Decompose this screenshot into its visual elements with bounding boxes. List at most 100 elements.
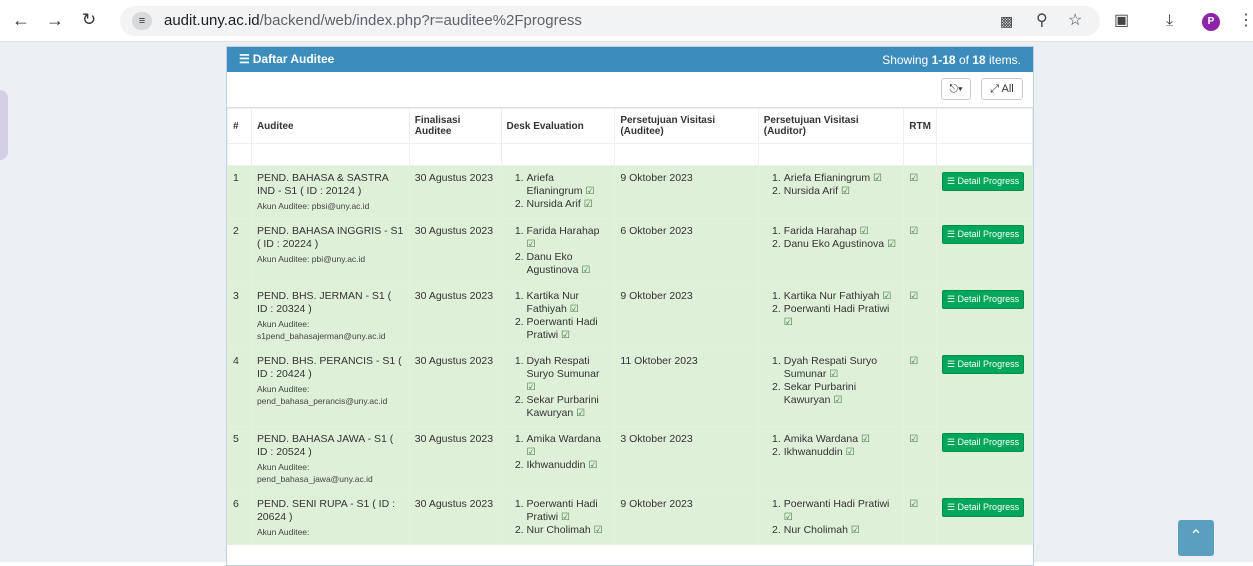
check-icon: ☑ [593,525,603,536]
desk-evaluation-cell-list: Farida Harahap ☑Danu Eko Agustinova ☑ [507,225,610,277]
finalisasi-date: 30 Agustus 2023 [408,491,502,545]
visit-auditee-date: 6 Oktober 2023 [614,218,759,284]
expand-icon: ⤢ [990,83,1000,95]
auditee-account: Akun Auditee: [257,526,404,538]
check-icon: ☑ [526,447,536,458]
column-header[interactable]: Persetujuan Visitasi (Auditor) [757,108,905,144]
address-bar[interactable]: ≡ audit.uny.ac.id/backend/web/index.php?… [120,6,1100,36]
detail-progress-button[interactable]: ☰ Detail Progress [941,225,1025,244]
detail-progress-button[interactable]: ☰ Detail Progress [941,290,1025,309]
column-header[interactable]: Persetujuan Visitasi (Auditee) [614,108,759,144]
check-icon: ☑ [560,512,570,523]
visit-auditor-cell-list: Amika Wardana ☑Ikhwanuddin ☑ [764,433,899,459]
check-icon: ☑ [909,434,919,445]
column-header[interactable]: RTM [903,108,937,144]
auditor-name: Poerwanti Hadi Pratiwi [783,303,890,315]
check-icon: ☑ [850,525,860,536]
visit-auditee-date: 9 Oktober 2023 [614,283,759,349]
detail-progress-label: Detail Progress [957,437,1020,447]
reload-icon[interactable]: ↻ [78,10,100,30]
auditor-item: Amika Wardana ☑ [527,433,610,459]
site-settings-icon[interactable]: ≡ [132,12,152,30]
auditee-cell: PEND. BHS. PERANCIS - S1 ( ID : 20424 ) A… [250,348,410,427]
detail-progress-button[interactable]: ☰ Detail Progress [941,355,1025,374]
scroll-to-top-button[interactable]: ⌃ [1178,520,1214,556]
profile-avatar[interactable]: P [1202,13,1220,31]
action-cell: ☰ Detail Progress [935,283,1033,349]
table-row: 2 PEND. BAHASA INGGRIS - S1 ( ID : 20224 … [227,218,1033,284]
translate-icon[interactable]: ▩ [1000,11,1013,31]
column-header[interactable]: Desk Evaluation [500,108,616,144]
auditor-item: Kartika Nur Fathiyah ☑ [527,290,610,316]
visit-auditor-cell-list: Kartika Nur Fathiyah ☑Poerwanti Hadi Pra… [764,290,899,329]
export-button[interactable]: ⎋▾ [941,78,971,100]
auditor-item: Poerwanti Hadi Pratiwi ☑ [527,498,610,524]
auditor-item: Farida Harahap ☑ [784,225,899,238]
auditee-account: Akun Auditee: pbsi@uny.ac.id [257,200,404,212]
check-icon: ☑ [560,330,570,341]
auditor-item: Farida Harahap ☑ [527,225,610,251]
auditee-name: PEND. BHS. PERANCIS - S1 ( ID : 20424 ) [256,355,402,380]
url-text[interactable]: audit.uny.ac.id/backend/web/index.php?r=… [164,12,582,29]
auditee-cell: PEND. BAHASA & SASTRA IND - S1 ( ID : 20… [250,165,410,219]
detail-progress-button[interactable]: ☰ Detail Progress [941,498,1025,517]
menu-kebab-icon[interactable]: ⋮ [1238,11,1253,31]
detail-progress-label: Detail Progress [957,502,1020,512]
account-prefix: Akun Auditee: [256,527,310,537]
row-number: 1 [227,165,252,219]
auditee-cell: PEND. SENI RUPA - S1 ( ID : 20624 ) Akun … [250,491,410,545]
download-icon[interactable]: ⤓ [1166,11,1173,31]
check-icon: ☑ [859,226,869,237]
column-header[interactable]: Auditee [250,108,410,144]
bookmark-star-icon[interactable]: ☆ [1068,11,1082,31]
filter-cell[interactable] [903,143,937,166]
auditor-name: Ariefa Efianingrum [526,172,583,197]
detail-progress-label: Detail Progress [957,176,1020,186]
filter-cell[interactable] [614,143,759,166]
panel-title: ☰ Daftar Auditee [239,52,334,66]
filter-cell[interactable] [408,143,502,166]
detail-progress-button[interactable]: ☰ Detail Progress [941,433,1025,452]
action-cell: ☰ Detail Progress [935,165,1033,219]
row-number: 2 [227,218,252,284]
finalisasi-date: 30 Agustus 2023 [408,218,502,284]
rtm-cell: ☑ [903,218,937,284]
auditor-item: Nur Cholimah ☑ [527,524,610,537]
auditor-name: Amika Wardana [526,433,601,445]
visit-auditor-cell: Kartika Nur Fathiyah ☑Poerwanti Hadi Pra… [757,283,905,349]
desk-evaluation-cell-list: Poerwanti Hadi Pratiwi ☑Nur Cholimah ☑ [507,498,610,537]
desk-evaluation-cell-list: Kartika Nur Fathiyah ☑Poerwanti Hadi Pra… [507,290,610,342]
back-arrow-icon[interactable]: ← [10,10,32,30]
zoom-icon[interactable]: ⚲ [1036,11,1048,31]
show-all-button[interactable]: ⤢ All [981,78,1023,100]
action-cell: ☰ Detail Progress [935,218,1033,284]
desk-evaluation-cell: Dyah Respati Suryo Sumunar ☑Sekar Purbar… [500,348,616,427]
list-icon: ☰ [946,502,958,512]
auditee-cell: PEND. BHS. JERMAN - S1 ( ID : 20324 ) Aku… [250,283,410,349]
check-icon: ☑ [783,317,793,328]
check-icon: ☑ [581,265,591,276]
auditee-account: Akun Auditee: s1pend_bahasajerman@uny.ac… [257,318,404,342]
desk-evaluation-cell: Kartika Nur Fathiyah ☑Poerwanti Hadi Pra… [500,283,616,349]
detail-progress-button[interactable]: ☰ Detail Progress [941,172,1025,191]
filter-cell[interactable] [757,143,905,166]
account-email: pend_bahasa_jawa@uny.ac.id [256,474,373,484]
auditor-item: Ikhwanuddin ☑ [784,446,899,459]
check-icon: ☑ [833,395,843,406]
sidebar-toggle-edge[interactable] [0,90,8,160]
column-header[interactable]: Finalisasi Auditee [408,108,502,144]
visit-auditee-date: 9 Oktober 2023 [614,491,759,545]
auditee-account: Akun Auditee: pend_bahasa_perancis@uny.a… [257,383,404,407]
extensions-icon[interactable]: ▣ [1114,11,1129,31]
auditor-name: Nursida Arif [526,198,581,210]
forward-arrow-icon[interactable]: → [44,10,66,30]
filter-cell[interactable] [250,143,410,166]
finalisasi-date: 30 Agustus 2023 [408,165,502,219]
list-icon: ☰ [946,437,958,447]
filter-cell[interactable] [500,143,616,166]
row-number: 5 [227,426,252,492]
export-icon: ⎋▾ [949,83,963,95]
desk-evaluation-cell: Farida Harahap ☑Danu Eko Agustinova ☑ [500,218,616,284]
items-summary: Showing 1-18 of 18 items. [882,53,1021,67]
check-icon: ☑ [909,291,919,302]
